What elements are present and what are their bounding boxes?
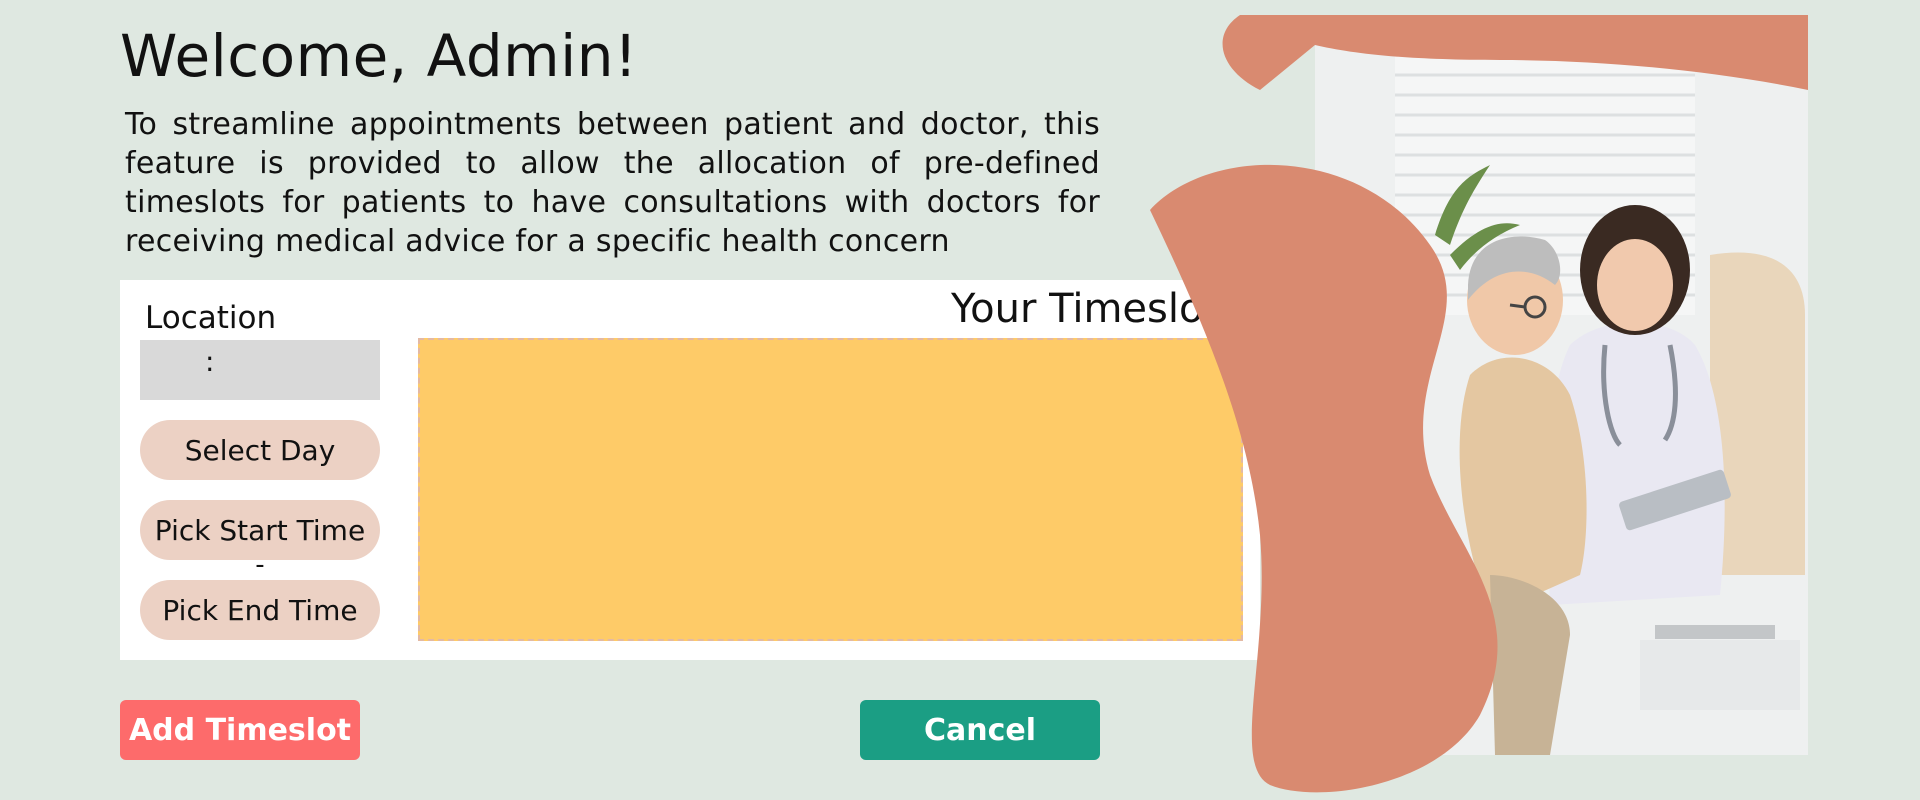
intro-description: To streamline appointments between patie… xyxy=(125,107,1100,259)
cancel-button[interactable]: Cancel xyxy=(860,700,1100,760)
location-label: Location xyxy=(145,300,277,336)
doctor-patient-illustration xyxy=(1150,15,1808,793)
location-input[interactable]: : xyxy=(140,340,380,400)
page-title: Welcome, Admin! xyxy=(120,22,638,90)
select-day-button[interactable]: Select Day xyxy=(140,420,380,480)
add-timeslot-button[interactable]: Add Timeslot xyxy=(120,700,360,760)
timeslots-list[interactable] xyxy=(418,338,1243,641)
timeslot-panel: Location : Select Day Pick Start Time - … xyxy=(120,280,1260,660)
time-separator: - xyxy=(255,550,265,580)
pick-end-time-button[interactable]: Pick End Time xyxy=(140,580,380,640)
side-table xyxy=(1640,640,1800,710)
